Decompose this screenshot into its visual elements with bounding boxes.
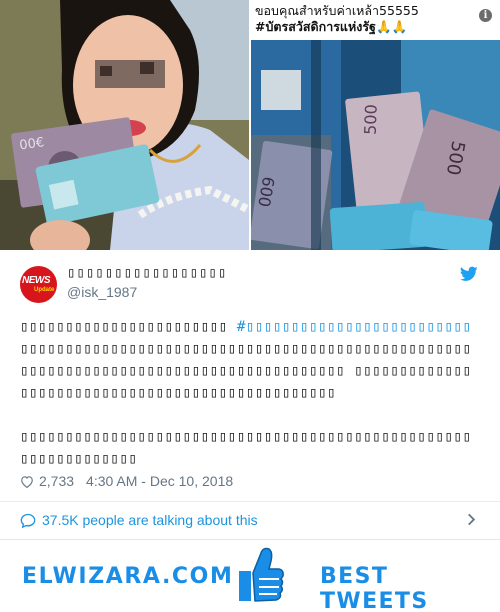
caption-line-2: #บัตรสวัสดิการแห่งรัฐ🙏🙏 — [255, 19, 408, 34]
footer-banner: ELWIZARA.COM BEST TWEETS — [0, 540, 500, 612]
tweet-media[interactable]: 00€ 009 500 500 ขอบคุณสำหรับค่าเหล้า5555… — [0, 0, 500, 250]
conversation-link[interactable]: 37.5K people are talking about this — [20, 507, 480, 533]
info-icon[interactable]: i — [479, 9, 492, 22]
tweet-timestamp[interactable]: 4:30 AM - Dec 10, 2018 — [86, 473, 233, 489]
tweet-text-part-1: ▯▯▯▯▯▯▯▯▯▯▯▯▯▯▯▯▯▯▯▯▯▯▯ — [20, 319, 237, 335]
banknotes-photo[interactable]: 009 500 500 ขอบคุณสำหรับค่าเหล้า55555 #บ… — [251, 0, 500, 250]
user-handle[interactable]: @isk_1987 — [67, 284, 137, 300]
conversation-label: 37.5K people are talking about this — [42, 512, 258, 528]
chevron-right-icon — [468, 513, 476, 526]
hashtag-link[interactable]: #▯▯▯▯▯▯▯▯▯▯▯▯▯▯▯▯▯▯▯▯▯▯▯▯▯ — [237, 319, 472, 335]
footer-tagline: BEST TWEETS — [320, 564, 429, 612]
tweet-paragraph-1: ▯▯▯▯▯▯▯▯▯▯▯▯▯▯▯▯▯▯▯▯▯▯▯ #▯▯▯▯▯▯▯▯▯▯▯▯▯▯▯… — [20, 316, 480, 404]
speech-bubble-icon — [20, 513, 36, 528]
photo-caption: ขอบคุณสำหรับค่าเหล้า55555 #บัตรสวัสดิการ… — [255, 3, 472, 35]
caption-line-1: ขอบคุณสำหรับค่าเหล้า55555 — [255, 3, 419, 18]
banknotes-image: 009 500 500 — [251, 0, 500, 250]
svg-text:500: 500 — [361, 104, 381, 135]
twitter-bird-icon[interactable] — [460, 266, 478, 282]
like-count[interactable]: 2,733 — [39, 473, 74, 489]
tweet-text: ▯▯▯▯▯▯▯▯▯▯▯▯▯▯▯▯▯▯▯▯▯▯▯ #▯▯▯▯▯▯▯▯▯▯▯▯▯▯▯… — [20, 316, 480, 470]
display-name[interactable]: ▯▯▯▯▯▯▯▯▯▯▯▯▯▯▯▯▯ — [67, 265, 227, 281]
heart-icon[interactable] — [20, 475, 34, 488]
divider — [0, 501, 500, 502]
selfie-image: 00€ — [0, 0, 249, 250]
avatar[interactable]: NEWS Update — [20, 266, 57, 303]
tweet-paragraph-2: ▯▯▯▯▯▯▯▯▯▯▯▯▯▯▯▯▯▯▯▯▯▯▯▯▯▯▯▯▯▯▯▯▯▯▯▯▯▯▯▯… — [20, 429, 472, 467]
tweet-meta: 2,733 4:30 AM - Dec 10, 2018 — [20, 471, 233, 491]
selfie-photo[interactable]: 00€ — [0, 0, 249, 250]
tweet-header: NEWS Update ▯▯▯▯▯▯▯▯▯▯▯▯▯▯▯▯▯ @isk_1987 — [20, 262, 480, 304]
thumbs-up-icon — [239, 547, 284, 602]
site-name: ELWIZARA.COM — [22, 564, 234, 589]
avatar-text: NEWS — [22, 275, 51, 286]
avatar-subtext: Update — [34, 287, 55, 293]
tweet-text-part-2: ▯▯▯▯▯▯▯▯▯▯▯▯▯▯▯▯▯▯▯▯▯▯▯▯▯▯▯▯▯▯▯▯▯▯▯▯▯▯▯▯… — [20, 341, 472, 401]
